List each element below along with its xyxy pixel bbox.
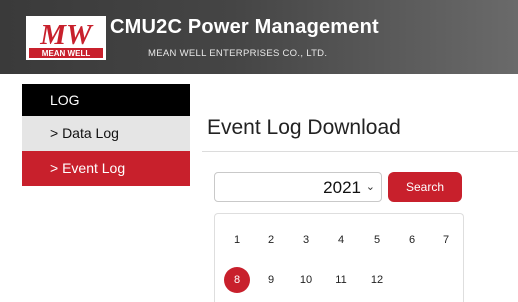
logo-mark: MW [39,19,94,51]
company-name: MEAN WELL ENTERPRISES CO., LTD. [148,48,328,59]
app-title: CMU2C Power Management [110,16,379,38]
sidebar-item-data-log[interactable]: > Data Log [22,116,190,151]
month-1[interactable]: 1 [224,227,250,253]
chevron-down-icon: ⌄ [365,181,375,193]
sidebar-heading: LOG [22,84,190,116]
sidebar: LOG > Data Log > Event Log [22,84,190,186]
title-divider [202,151,518,152]
month-2[interactable]: 2 [258,227,284,253]
month-11[interactable]: 11 [328,267,354,293]
year-value: 2021 [323,178,361,197]
month-4[interactable]: 4 [328,227,354,253]
header-bar: MW MEAN WELL CMU2C Power Management MEAN… [0,0,518,74]
app-window: MW MEAN WELL CMU2C Power Management MEAN… [0,0,518,302]
logo-text: MEAN WELL [42,49,91,58]
month-7[interactable]: 7 [433,227,459,253]
month-3[interactable]: 3 [293,227,319,253]
month-8-selected[interactable]: 8 [224,267,250,293]
year-select[interactable]: 2021 ⌄ [214,172,382,202]
month-9[interactable]: 9 [258,267,284,293]
meanwell-logo: MW MEAN WELL [26,14,106,62]
month-picker: 1 2 3 4 5 6 7 8 9 10 11 12 [214,213,464,302]
search-button[interactable]: Search [388,172,462,202]
month-12[interactable]: 12 [364,267,390,293]
page-title: Event Log Download [207,116,401,139]
month-6[interactable]: 6 [399,227,425,253]
month-5[interactable]: 5 [364,227,390,253]
month-10[interactable]: 10 [293,267,319,293]
sidebar-item-event-log[interactable]: > Event Log [22,151,190,186]
